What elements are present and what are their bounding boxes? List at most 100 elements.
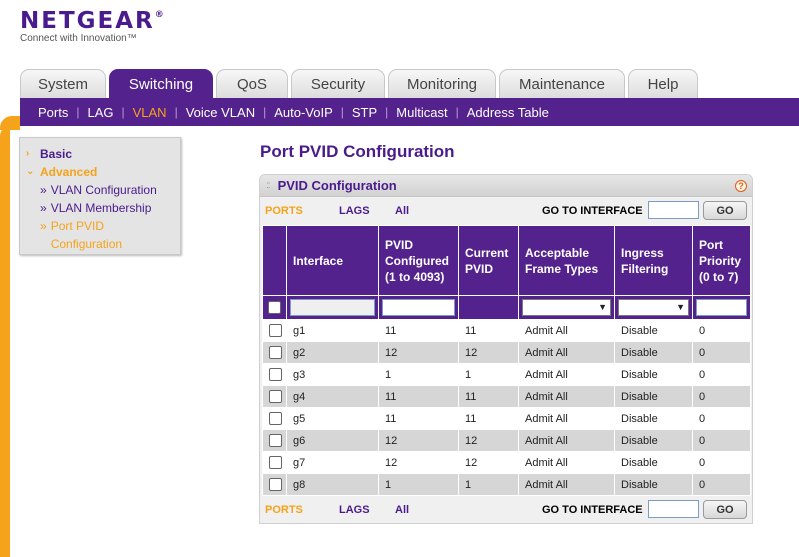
table-row[interactable]: g4 11 11 Admit All Disable 0 xyxy=(262,385,751,408)
filter-lags-link[interactable]: LAGS xyxy=(339,205,370,217)
table-header-row: Interface PVID Configured (1 to 4093) Cu… xyxy=(262,225,751,296)
cell-priority: 0 xyxy=(692,473,751,496)
cell-priority: 0 xyxy=(692,451,751,474)
cell-ingress: Disable xyxy=(614,429,693,452)
cell-pvid-configured: 1 xyxy=(378,363,459,386)
sidebar-item-label[interactable]: VLAN Membership xyxy=(51,199,152,217)
filter-all-link[interactable]: All xyxy=(395,504,409,516)
chevron-down-icon: ▼ xyxy=(598,302,607,312)
panel-title: PVID Configuration xyxy=(277,178,397,193)
row-select-checkbox[interactable] xyxy=(269,412,282,425)
tab-qos[interactable]: QoS xyxy=(216,69,288,99)
subnav-voice-vlan[interactable]: Voice VLAN xyxy=(186,105,255,120)
chevron-down-icon: ⌄ xyxy=(26,166,35,177)
pvid-configured-input[interactable] xyxy=(382,299,455,316)
bullet-icon: » xyxy=(40,201,47,215)
filter-all-link[interactable]: All xyxy=(395,205,409,217)
cell-priority: 0 xyxy=(692,385,751,408)
cell-pvid-configured: 1 xyxy=(378,473,459,496)
header-acceptable-frame-types: Acceptable Frame Types xyxy=(518,225,615,296)
tab-security[interactable]: Security xyxy=(291,69,385,99)
sub-nav: Ports | LAG | VLAN | Voice VLAN | Auto-V… xyxy=(20,98,799,126)
subnav-lag[interactable]: LAG xyxy=(87,105,113,120)
header-select xyxy=(262,225,287,296)
sidebar-item-vlan-configuration[interactable]: » VLAN Configuration xyxy=(26,181,180,199)
sidebar-item-port-pvid-configuration[interactable]: » Port PVID Configuration xyxy=(26,217,180,253)
sidebar-basic-label[interactable]: Basic xyxy=(40,145,72,163)
bullet-icon: » xyxy=(40,183,47,197)
cell-current-pvid: 12 xyxy=(458,341,519,364)
row-select-checkbox[interactable] xyxy=(269,478,282,491)
cell-current-pvid: 11 xyxy=(458,319,519,342)
row-select-checkbox[interactable] xyxy=(269,346,282,359)
tab-maintenance[interactable]: Maintenance xyxy=(499,69,625,99)
subnav-separator: | xyxy=(340,105,344,119)
table-row[interactable]: g1 11 11 Admit All Disable 0 xyxy=(262,319,751,342)
filter-lags-link[interactable]: LAGS xyxy=(339,504,370,516)
filter-ports-link[interactable]: PORTS xyxy=(265,504,303,516)
cell-frame-types: Admit All xyxy=(518,363,615,386)
subnav-auto-voip[interactable]: Auto-VoIP xyxy=(274,105,333,120)
cell-pvid-configured: 12 xyxy=(378,341,459,364)
sidebar-item-label[interactable]: Port PVID Configuration xyxy=(51,217,133,253)
cell-pvid-configured: 11 xyxy=(378,407,459,430)
sidebar-advanced[interactable]: ⌄ Advanced xyxy=(26,163,180,181)
brand-tagline: Connect with Innovation™ xyxy=(20,33,137,44)
select-all-checkbox[interactable] xyxy=(268,301,281,314)
subnav-ports[interactable]: Ports xyxy=(38,105,68,120)
help-icon[interactable]: ? xyxy=(735,180,747,192)
subnav-separator: | xyxy=(121,105,125,119)
row-select-checkbox[interactable] xyxy=(269,390,282,403)
go-button[interactable]: GO xyxy=(703,201,747,220)
header-pvid-configured: PVID Configured (1 to 4093) xyxy=(378,225,459,296)
table-row[interactable]: g3 1 1 Admit All Disable 0 xyxy=(262,363,751,386)
subnav-stp[interactable]: STP xyxy=(352,105,377,120)
tab-switching[interactable]: Switching xyxy=(109,69,213,99)
goto-interface-input[interactable] xyxy=(648,201,699,219)
row-select-checkbox[interactable] xyxy=(269,434,282,447)
tab-system[interactable]: System xyxy=(20,69,106,99)
table-row[interactable]: g8 1 1 Admit All Disable 0 xyxy=(262,473,751,496)
subnav-vlan[interactable]: VLAN xyxy=(133,105,167,120)
frame-types-select[interactable]: ▼ xyxy=(522,299,611,316)
go-button[interactable]: GO xyxy=(703,500,747,519)
tab-monitoring[interactable]: Monitoring xyxy=(388,69,496,99)
row-select-checkbox[interactable] xyxy=(269,456,282,469)
header-current-pvid: Current PVID xyxy=(458,225,519,296)
left-accent-strip xyxy=(0,126,10,557)
cell-interface: g4 xyxy=(286,385,379,408)
ingress-filtering-select[interactable]: ▼ xyxy=(618,299,689,316)
cell-frame-types: Admit All xyxy=(518,429,615,452)
sidebar-advanced-label[interactable]: Advanced xyxy=(40,163,97,181)
sidebar-basic[interactable]: › Basic xyxy=(26,145,180,163)
header-ingress-filtering: Ingress Filtering xyxy=(614,225,693,296)
cell-interface: g5 xyxy=(286,407,379,430)
subnav-address-table[interactable]: Address Table xyxy=(467,105,549,120)
row-select-checkbox[interactable] xyxy=(269,324,282,337)
subnav-multicast[interactable]: Multicast xyxy=(396,105,447,120)
pvid-table: Interface PVID Configured (1 to 4093) Cu… xyxy=(262,225,751,496)
cell-priority: 0 xyxy=(692,319,751,342)
interface-filter-bar-top: PORTS LAGS All GO TO INTERFACE GO xyxy=(260,200,752,222)
cell-current-pvid: 11 xyxy=(458,407,519,430)
port-priority-input[interactable] xyxy=(696,299,747,316)
sidebar-item-label[interactable]: VLAN Configuration xyxy=(51,181,157,199)
cell-pvid-configured: 12 xyxy=(378,429,459,452)
cell-current-pvid: 12 xyxy=(458,429,519,452)
header-interface: Interface xyxy=(286,225,379,296)
table-row[interactable]: g2 12 12 Admit All Disable 0 xyxy=(262,341,751,364)
cell-ingress: Disable xyxy=(614,341,693,364)
chevron-down-icon: ▼ xyxy=(676,302,685,312)
sidebar-item-vlan-membership[interactable]: » VLAN Membership xyxy=(26,199,180,217)
page-title: Port PVID Configuration xyxy=(260,142,455,161)
cell-frame-types: Admit All xyxy=(518,473,615,496)
table-row[interactable]: g7 12 12 Admit All Disable 0 xyxy=(262,451,751,474)
cell-ingress: Disable xyxy=(614,385,693,408)
table-row[interactable]: g5 11 11 Admit All Disable 0 xyxy=(262,407,751,430)
tab-help[interactable]: Help xyxy=(628,69,698,99)
row-select-checkbox[interactable] xyxy=(269,368,282,381)
filter-ports-link[interactable]: PORTS xyxy=(265,205,303,217)
cell-priority: 0 xyxy=(692,341,751,364)
table-row[interactable]: g6 12 12 Admit All Disable 0 xyxy=(262,429,751,452)
goto-interface-input[interactable] xyxy=(648,500,699,518)
